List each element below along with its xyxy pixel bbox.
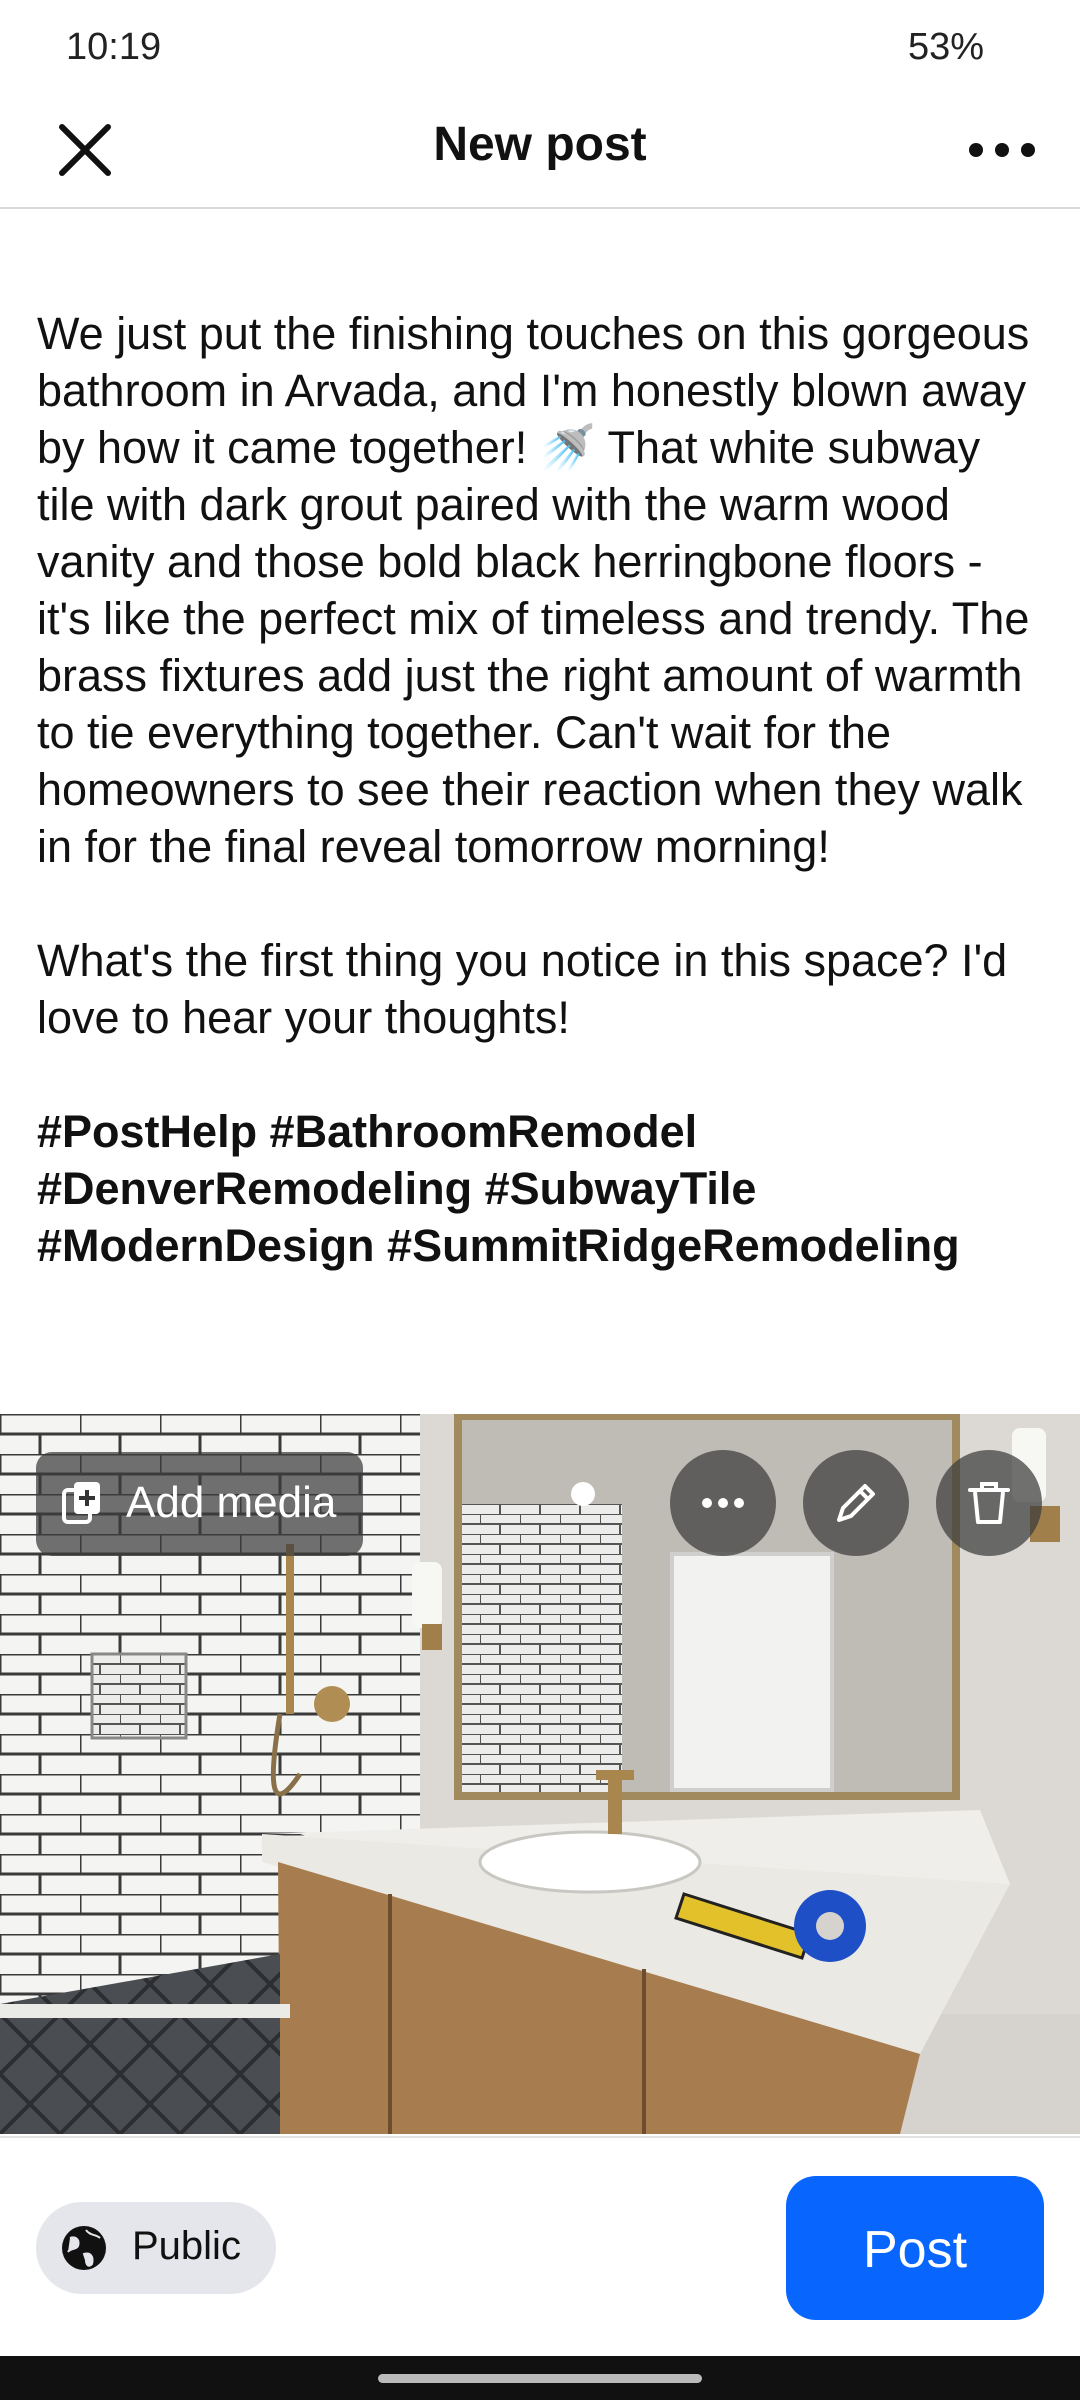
delete-media-button[interactable] (936, 1450, 1042, 1556)
status-bar: 10:19 53% (0, 0, 1080, 95)
post-button-label: Post (862, 2221, 968, 2279)
post-hashtags: #PostHelp #BathroomRemodel #DenverRemode… (37, 1106, 960, 1271)
add-media-button[interactable]: Add media (36, 1452, 363, 1556)
post-button[interactable]: Post (786, 2176, 1044, 2320)
post-paragraph: What's the first thing you notice in thi… (37, 935, 1008, 1043)
audience-label: Public (132, 2224, 241, 2268)
more-options-button[interactable] (962, 115, 1042, 185)
more-horizontal-icon (702, 1498, 744, 1508)
composer-footer: Public Post (0, 2136, 1080, 2358)
home-gesture-handle[interactable] (378, 2374, 702, 2383)
battery-level: 53% (907, 26, 984, 68)
audience-selector[interactable]: Public (36, 2202, 276, 2294)
media-more-button[interactable] (670, 1450, 776, 1556)
status-time: 10:19 (66, 26, 162, 68)
system-navigation-bar (0, 2356, 1080, 2400)
pencil-icon (837, 1484, 875, 1522)
more-horizontal-icon (969, 143, 1035, 157)
edit-media-button[interactable] (803, 1450, 909, 1556)
trash-icon (968, 1482, 1010, 1524)
top-app-bar: New post (0, 95, 1080, 209)
page-title: New post (433, 118, 647, 171)
add-media-icon (62, 1482, 100, 1524)
add-media-label: Add media (126, 1478, 337, 1527)
post-text-input[interactable]: We just put the finishing touches on thi… (37, 305, 1047, 1274)
attached-photo[interactable]: Add media (0, 1414, 1080, 2134)
post-paragraph: We just put the finishing touches on thi… (37, 308, 1030, 872)
globe-icon (62, 2226, 106, 2270)
